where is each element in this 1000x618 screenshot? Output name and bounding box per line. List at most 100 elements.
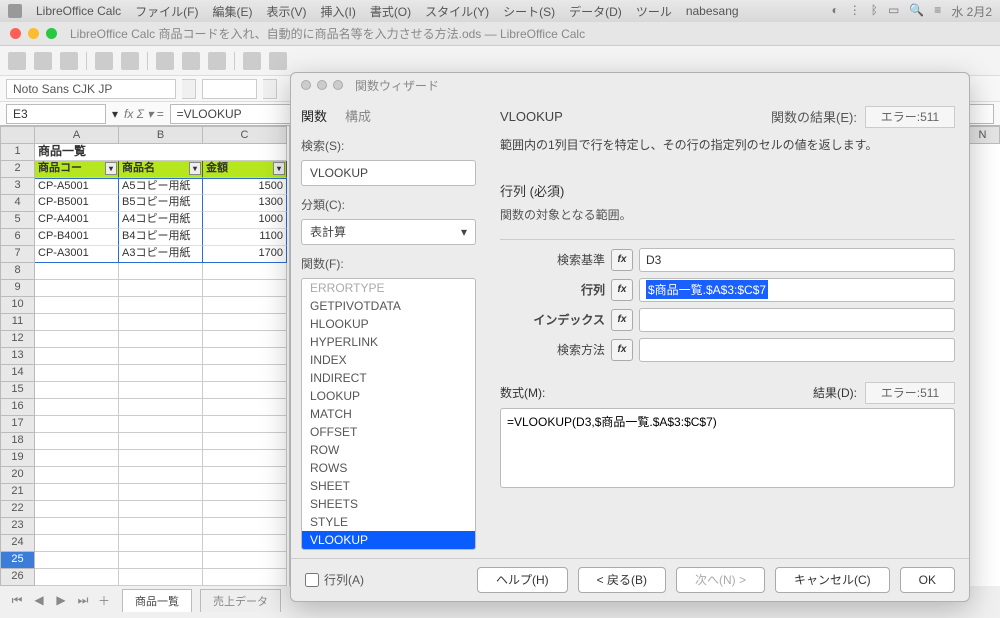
- empty-cell[interactable]: [203, 314, 287, 331]
- sheet-tab-active[interactable]: 商品一覧: [122, 589, 192, 612]
- function-list-item[interactable]: INDEX: [302, 351, 475, 369]
- col-header[interactable]: A: [35, 126, 119, 144]
- fx-button[interactable]: fx: [611, 249, 633, 271]
- new-icon[interactable]: [8, 52, 26, 70]
- cut-icon[interactable]: [156, 52, 174, 70]
- empty-cell[interactable]: [35, 467, 119, 484]
- row-header[interactable]: 14: [0, 365, 35, 382]
- empty-cell[interactable]: [203, 433, 287, 450]
- dialog-close-icon[interactable]: [301, 80, 311, 90]
- data-cell[interactable]: 1100: [203, 229, 287, 246]
- function-list-item[interactable]: ROWS: [302, 459, 475, 477]
- row-header[interactable]: 15: [0, 382, 35, 399]
- menu-insert[interactable]: 挿入(I): [320, 3, 355, 20]
- function-list-item[interactable]: HYPERLINK: [302, 333, 475, 351]
- data-cell[interactable]: B5コピー用紙: [119, 195, 203, 212]
- empty-cell[interactable]: [119, 450, 203, 467]
- empty-cell[interactable]: [35, 484, 119, 501]
- empty-cell[interactable]: [203, 280, 287, 297]
- redo-icon[interactable]: [269, 52, 287, 70]
- empty-cell[interactable]: [119, 433, 203, 450]
- empty-cell[interactable]: [203, 484, 287, 501]
- spreadsheet[interactable]: A B C 1商品一覧2商品コー▾商品名▾金額▾3CP-A5001A5コピー用紙…: [0, 126, 290, 586]
- empty-cell[interactable]: [119, 535, 203, 552]
- empty-cell[interactable]: [119, 399, 203, 416]
- row-header[interactable]: 5: [0, 212, 35, 229]
- function-list-item[interactable]: ERRORTYPE: [302, 279, 475, 297]
- empty-cell[interactable]: [203, 569, 287, 586]
- function-list-item[interactable]: VLOOKUP: [302, 531, 475, 549]
- col-header[interactable]: N: [965, 126, 1000, 144]
- add-sheet-icon[interactable]: ＋: [98, 592, 114, 608]
- data-cell[interactable]: 1700: [203, 246, 287, 263]
- filter-dropdown-icon[interactable]: ▾: [189, 162, 201, 175]
- row-header[interactable]: 26: [0, 569, 35, 586]
- row-header[interactable]: 9: [0, 280, 35, 297]
- empty-cell[interactable]: [203, 297, 287, 314]
- col-header[interactable]: C: [203, 126, 287, 144]
- row-header[interactable]: 3: [0, 178, 35, 195]
- empty-cell[interactable]: [203, 263, 287, 280]
- param-input[interactable]: [639, 338, 955, 362]
- col-header[interactable]: B: [119, 126, 203, 144]
- ok-button[interactable]: OK: [900, 567, 955, 593]
- fx-button[interactable]: fx: [611, 279, 633, 301]
- row-header[interactable]: 7: [0, 246, 35, 263]
- function-list-item[interactable]: LOOKUP: [302, 387, 475, 405]
- menu-view[interactable]: 表示(V): [266, 3, 306, 20]
- empty-cell[interactable]: [119, 467, 203, 484]
- empty-cell[interactable]: [35, 569, 119, 586]
- minimize-icon[interactable]: [28, 28, 39, 39]
- data-cell[interactable]: CP-A5001: [35, 178, 119, 195]
- empty-cell[interactable]: [203, 365, 287, 382]
- row-header[interactable]: 12: [0, 331, 35, 348]
- row-header[interactable]: 21: [0, 484, 35, 501]
- paste-icon[interactable]: [208, 52, 226, 70]
- next-button[interactable]: 次へ(N) >: [676, 567, 765, 593]
- row-header[interactable]: 16: [0, 399, 35, 416]
- font-size-field[interactable]: [202, 79, 257, 99]
- last-sheet-icon[interactable]: ⏭: [76, 593, 90, 607]
- menu-sheet[interactable]: シート(S): [503, 3, 555, 20]
- empty-cell[interactable]: [35, 535, 119, 552]
- param-input[interactable]: $商品一覧.$A$3:$C$7: [639, 278, 955, 302]
- help-button[interactable]: ヘルプ(H): [477, 567, 568, 593]
- empty-cell[interactable]: [119, 331, 203, 348]
- empty-cell[interactable]: [35, 365, 119, 382]
- empty-cell[interactable]: [119, 263, 203, 280]
- search-input[interactable]: VLOOKUP: [301, 160, 476, 186]
- menu-icon[interactable]: ≡: [934, 3, 941, 20]
- row-header[interactable]: 23: [0, 518, 35, 535]
- row-header[interactable]: 19: [0, 450, 35, 467]
- zoom-icon[interactable]: [46, 28, 57, 39]
- menu-tools[interactable]: ツール: [636, 3, 672, 20]
- sheet-tab-other[interactable]: 売上データ: [200, 589, 281, 612]
- close-icon[interactable]: [10, 28, 21, 39]
- empty-cell[interactable]: [203, 416, 287, 433]
- empty-cell[interactable]: [203, 399, 287, 416]
- empty-cell[interactable]: [203, 501, 287, 518]
- function-list-item[interactable]: SHEETS: [302, 495, 475, 513]
- data-cell[interactable]: B4コピー用紙: [119, 229, 203, 246]
- row-header[interactable]: 18: [0, 433, 35, 450]
- fx-button[interactable]: fx: [611, 309, 633, 331]
- empty-cell[interactable]: [203, 467, 287, 484]
- empty-cell[interactable]: [35, 331, 119, 348]
- prev-sheet-icon[interactable]: ◀: [32, 593, 46, 607]
- tab-structure[interactable]: 構成: [345, 106, 371, 125]
- empty-cell[interactable]: [35, 399, 119, 416]
- empty-cell[interactable]: [35, 382, 119, 399]
- print-icon[interactable]: [121, 52, 139, 70]
- empty-cell[interactable]: [119, 280, 203, 297]
- font-size-dropdown-icon[interactable]: [263, 79, 277, 99]
- empty-cell[interactable]: [119, 348, 203, 365]
- empty-cell[interactable]: [203, 331, 287, 348]
- data-cell[interactable]: 1300: [203, 195, 287, 212]
- copy-icon[interactable]: [182, 52, 200, 70]
- empty-cell[interactable]: [119, 484, 203, 501]
- pdf-icon[interactable]: [95, 52, 113, 70]
- empty-cell[interactable]: [119, 314, 203, 331]
- function-list[interactable]: ERRORTYPEGETPIVOTDATAHLOOKUPHYPERLINKIND…: [301, 278, 476, 550]
- search-icon[interactable]: 🔍: [909, 3, 924, 20]
- fx-button[interactable]: fx: [611, 339, 633, 361]
